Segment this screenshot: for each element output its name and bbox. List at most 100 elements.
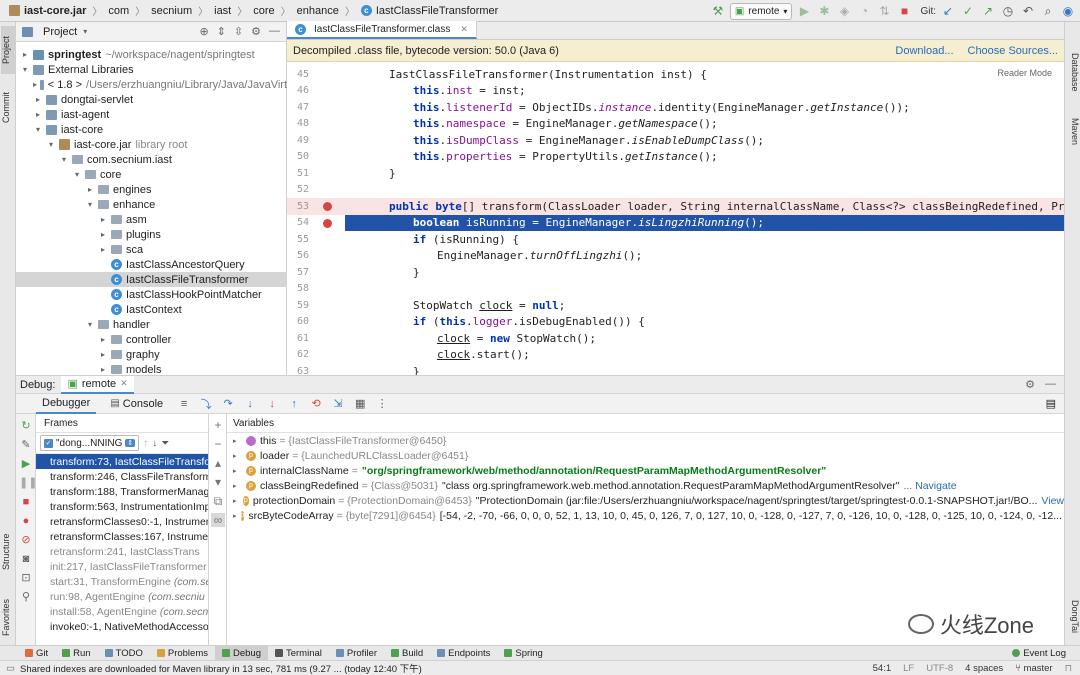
filter-icon[interactable]: ⏷ [161, 438, 169, 449]
coverage-icon[interactable]: ◈ [836, 3, 852, 19]
tab-debugger[interactable]: Debugger [36, 394, 97, 414]
debug-session-tab[interactable]: ▣ remote ✕ [61, 375, 134, 394]
git-rollback-icon[interactable]: ↶ [1020, 3, 1036, 19]
line-number[interactable]: 50 [287, 151, 309, 162]
gutter[interactable] [309, 165, 345, 181]
variable-link[interactable]: View [1041, 495, 1064, 507]
chevron-right-icon[interactable]: ▸ [98, 230, 108, 239]
locate-icon[interactable]: ⊕ [199, 25, 208, 38]
tab-console[interactable]: ▤ Console [104, 394, 169, 414]
dongtai-tool-tab[interactable]: DongTai [1066, 592, 1080, 642]
frame-row[interactable]: init:217, IastClassFileTransformer(c [36, 559, 208, 574]
tree-item[interactable]: ▾ core [16, 167, 287, 182]
tree-item[interactable]: ▸ sca [16, 242, 287, 257]
frame-row[interactable]: transform:563, InstrumentationImp [36, 499, 208, 514]
editor-tab[interactable]: c IastClassFileTransformer.class ✕ [287, 21, 477, 39]
breadcrumb-item[interactable]: enhance 〉 [294, 3, 358, 19]
variable-row[interactable]: ▸ p internalClassName = "org/springframework… [227, 463, 1064, 478]
expand-all-icon[interactable]: ⇕ [217, 25, 226, 38]
chevron-down-icon[interactable]: ▾ [85, 200, 95, 209]
gutter[interactable] [309, 66, 345, 82]
chevron-right-icon[interactable]: ▸ [33, 110, 43, 119]
frame-row[interactable]: transform:188, TransformerManage [36, 484, 208, 499]
stop-icon[interactable]: ■ [896, 3, 912, 19]
camera-icon[interactable]: ◙ [19, 552, 33, 566]
tab-terminal[interactable]: Terminal [268, 646, 329, 661]
stop-icon[interactable]: ■ [19, 495, 33, 509]
download-link[interactable]: Download... [895, 45, 953, 57]
code-line[interactable]: 60 if (this.logger.isDebugEnabled()) { [287, 314, 1064, 331]
chevron-down-icon[interactable]: ▾ [20, 65, 30, 74]
attach-icon[interactable]: ⇅ [876, 3, 892, 19]
tree-item[interactable]: ▸ engines [16, 182, 287, 197]
frame-row[interactable]: retransformClasses:167, Instrumen [36, 529, 208, 544]
commit-tool-tab[interactable]: Commit [1, 84, 15, 132]
chevron-right-icon[interactable]: ▸ [85, 185, 95, 194]
variable-row[interactable]: ▸ p loader = {LaunchedURLClassLoader@6451} [227, 448, 1064, 463]
line-number[interactable]: 56 [287, 250, 309, 261]
chevron-down-icon[interactable]: ▾ [46, 140, 56, 149]
code-line[interactable]: 55 if (isRunning) { [287, 231, 1064, 248]
resume-icon[interactable]: ▶ [19, 457, 33, 471]
code-line[interactable]: 50 this.properties = PropertyUtils.getIns… [287, 149, 1064, 166]
git-update-icon[interactable]: ↙ [940, 3, 956, 19]
close-icon[interactable]: ✕ [120, 378, 128, 389]
tree-item[interactable]: ▸ asm [16, 212, 287, 227]
restore-layout-icon[interactable]: ⊡ [19, 571, 33, 585]
line-number[interactable]: 46 [287, 85, 309, 96]
code-line[interactable]: 62 clock.start(); [287, 347, 1064, 364]
code-line[interactable]: 61 clock = new StopWatch(); [287, 330, 1064, 347]
breadcrumb-item[interactable]: iast 〉 [211, 3, 250, 19]
chevron-right-icon[interactable]: ▸ [33, 80, 37, 89]
mute-breakpoints-icon[interactable]: ⊘ [19, 533, 33, 547]
git-branch[interactable]: ⑂ master [1015, 663, 1052, 674]
tree-item[interactable]: ▸ controller [16, 332, 287, 347]
gutter[interactable] [309, 281, 345, 297]
line-number[interactable]: 51 [287, 168, 309, 179]
arrow-down-icon[interactable]: ↓ [152, 438, 157, 449]
gutter[interactable] [309, 264, 345, 280]
line-number[interactable]: 47 [287, 102, 309, 113]
gutter[interactable] [309, 297, 345, 313]
code-line[interactable]: 48 this.namespace = EngineManager.getName… [287, 116, 1064, 133]
step-over-icon[interactable]: ↷ [221, 397, 235, 411]
line-number[interactable]: 59 [287, 300, 309, 311]
git-commit-icon[interactable]: ✓ [960, 3, 976, 19]
arrow-up-icon[interactable]: ↑ [143, 438, 148, 449]
variable-row[interactable]: ▸ p srcByteCodeArray = {byte[7291]@6454} [-5… [227, 508, 1064, 523]
tab-endpoints[interactable]: Endpoints [430, 646, 497, 661]
status-message[interactable]: Shared indexes are downloaded for Maven … [20, 661, 422, 675]
line-number[interactable]: 62 [287, 349, 309, 360]
code-line[interactable]: 52 [287, 182, 1064, 199]
chevron-down-icon[interactable]: ▾ [83, 27, 87, 36]
structure-tool-tab[interactable]: Structure [1, 522, 15, 582]
gear-icon[interactable]: ⚙ [251, 25, 261, 38]
reader-mode-toggle[interactable]: Reader Mode [997, 68, 1052, 78]
trace-icon[interactable]: ⋮ [375, 397, 389, 411]
event-log-tab[interactable]: Event Log [1012, 648, 1080, 659]
gutter[interactable] [309, 182, 345, 198]
file-encoding[interactable]: UTF-8 [926, 663, 953, 674]
gutter[interactable] [309, 83, 345, 99]
move-down-icon[interactable]: ▾ [211, 475, 225, 489]
breadcrumb-item[interactable]: iast-core.jar 〉 [6, 3, 105, 18]
breadcrumb-item[interactable]: secnium 〉 [148, 3, 211, 19]
frame-row[interactable]: transform:73, IastClassFileTransfor [36, 454, 208, 469]
ide-features-icon[interactable]: ◉ [1060, 3, 1076, 19]
chevron-down-icon[interactable]: ▾ [33, 125, 43, 134]
code-line[interactable]: 49 this.isDumpClass = EngineManager.isEna… [287, 132, 1064, 149]
chevron-right-icon[interactable]: ▸ [98, 245, 108, 254]
tree-item[interactable]: ▸ plugins [16, 227, 287, 242]
chevron-down-icon[interactable]: ▾ [59, 155, 69, 164]
drop-frame-icon[interactable]: ⟲ [309, 397, 323, 411]
code-line[interactable]: 59 StopWatch clock = null; [287, 297, 1064, 314]
step-out-icon[interactable]: ↑ [287, 397, 301, 411]
chevron-right-icon[interactable]: ▸ [233, 497, 239, 505]
menu-icon[interactable]: ≡ [177, 397, 191, 411]
line-number[interactable]: 53 [287, 201, 309, 212]
gutter[interactable] [309, 132, 345, 148]
tree-item[interactable]: ▸ iast-agent [16, 107, 287, 122]
code-line[interactable]: 56 EngineManager.turnOffLingzhi(); [287, 248, 1064, 265]
tree-item[interactable]: ▾ External Libraries [16, 62, 287, 77]
git-history-icon[interactable]: ◷ [1000, 3, 1016, 19]
